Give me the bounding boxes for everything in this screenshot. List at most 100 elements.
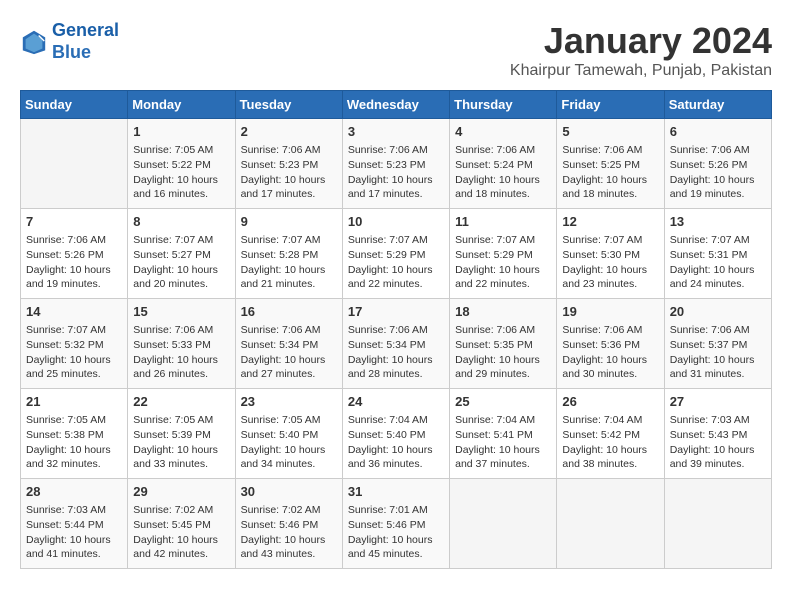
- day-number: 28: [26, 483, 122, 501]
- day-info: and 26 minutes.: [133, 367, 229, 382]
- day-info: Daylight: 10 hours: [348, 263, 444, 278]
- day-info: and 36 minutes.: [348, 457, 444, 472]
- header-saturday: Saturday: [664, 91, 771, 119]
- day-info: and 28 minutes.: [348, 367, 444, 382]
- day-info: Sunrise: 7:06 AM: [670, 323, 766, 338]
- day-info: Sunrise: 7:03 AM: [670, 413, 766, 428]
- day-number: 16: [241, 303, 337, 321]
- day-info: Daylight: 10 hours: [562, 263, 658, 278]
- day-info: Sunrise: 7:07 AM: [455, 233, 551, 248]
- day-info: Sunset: 5:38 PM: [26, 428, 122, 443]
- day-info: and 16 minutes.: [133, 187, 229, 202]
- header-wednesday: Wednesday: [342, 91, 449, 119]
- day-number: 1: [133, 123, 229, 141]
- calendar-cell: 13Sunrise: 7:07 AMSunset: 5:31 PMDayligh…: [664, 209, 771, 299]
- calendar-cell: 1 Sunrise: 7:05 AMSunset: 5:22 PMDaylight…: [128, 119, 235, 209]
- day-info: Daylight: 10 hours: [455, 173, 551, 188]
- calendar-cell: 10Sunrise: 7:07 AMSunset: 5:29 PMDayligh…: [342, 209, 449, 299]
- day-info: Sunrise: 7:02 AM: [241, 503, 337, 518]
- calendar-cell: 30Sunrise: 7:02 AMSunset: 5:46 PMDayligh…: [235, 479, 342, 569]
- day-info: and 20 minutes.: [133, 277, 229, 292]
- day-info: Daylight: 10 hours: [26, 353, 122, 368]
- day-number: 25: [455, 393, 551, 411]
- calendar-cell: 15Sunrise: 7:06 AMSunset: 5:33 PMDayligh…: [128, 299, 235, 389]
- day-info: Daylight: 10 hours: [241, 173, 337, 188]
- day-info: Sunset: 5:26 PM: [26, 248, 122, 263]
- day-info: and 21 minutes.: [241, 277, 337, 292]
- day-info: Daylight: 10 hours: [348, 173, 444, 188]
- day-info: and 22 minutes.: [348, 277, 444, 292]
- day-info: Sunrise: 7:05 AM: [26, 413, 122, 428]
- day-info: and 19 minutes.: [26, 277, 122, 292]
- day-info: Daylight: 10 hours: [133, 173, 229, 188]
- day-info: Sunset: 5:25 PM: [562, 158, 658, 173]
- day-info: and 37 minutes.: [455, 457, 551, 472]
- day-info: Sunset: 5:42 PM: [562, 428, 658, 443]
- day-number: 8: [133, 213, 229, 231]
- page-header: General Blue January 2024 Khairpur Tamew…: [20, 20, 772, 80]
- day-number: 26: [562, 393, 658, 411]
- day-info: Daylight: 10 hours: [241, 443, 337, 458]
- day-info: Sunrise: 7:04 AM: [455, 413, 551, 428]
- calendar-cell: [450, 479, 557, 569]
- day-info: and 24 minutes.: [670, 277, 766, 292]
- day-info: Daylight: 10 hours: [133, 533, 229, 548]
- calendar-cell: 19Sunrise: 7:06 AMSunset: 5:36 PMDayligh…: [557, 299, 664, 389]
- calendar-cell: 17Sunrise: 7:06 AMSunset: 5:34 PMDayligh…: [342, 299, 449, 389]
- calendar-cell: [557, 479, 664, 569]
- day-info: Daylight: 10 hours: [26, 263, 122, 278]
- calendar-week-row: 28Sunrise: 7:03 AMSunset: 5:44 PMDayligh…: [21, 479, 772, 569]
- day-number: 6: [670, 123, 766, 141]
- day-info: Daylight: 10 hours: [26, 533, 122, 548]
- day-info: Sunrise: 7:07 AM: [26, 323, 122, 338]
- day-number: 19: [562, 303, 658, 321]
- day-info: Sunrise: 7:01 AM: [348, 503, 444, 518]
- day-info: Sunset: 5:33 PM: [133, 338, 229, 353]
- day-info: Sunrise: 7:06 AM: [26, 233, 122, 248]
- calendar-cell: 16Sunrise: 7:06 AMSunset: 5:34 PMDayligh…: [235, 299, 342, 389]
- calendar-cell: 23Sunrise: 7:05 AMSunset: 5:40 PMDayligh…: [235, 389, 342, 479]
- day-info: Daylight: 10 hours: [348, 443, 444, 458]
- logo-text: General Blue: [52, 20, 119, 63]
- day-info: Sunrise: 7:04 AM: [562, 413, 658, 428]
- day-info: Daylight: 10 hours: [133, 263, 229, 278]
- day-info: Sunset: 5:26 PM: [670, 158, 766, 173]
- day-info: Daylight: 10 hours: [241, 533, 337, 548]
- day-number: 20: [670, 303, 766, 321]
- day-info: Daylight: 10 hours: [562, 443, 658, 458]
- calendar-cell: 12Sunrise: 7:07 AMSunset: 5:30 PMDayligh…: [557, 209, 664, 299]
- day-info: Sunset: 5:30 PM: [562, 248, 658, 263]
- day-info: and 38 minutes.: [562, 457, 658, 472]
- day-info: Daylight: 10 hours: [670, 173, 766, 188]
- day-number: 14: [26, 303, 122, 321]
- day-info: Sunset: 5:36 PM: [562, 338, 658, 353]
- day-info: Sunrise: 7:07 AM: [133, 233, 229, 248]
- calendar-cell: 28 Sunrise: 7:03 AMSunset: 5:44 PMDayligh…: [21, 479, 128, 569]
- day-info: and 18 minutes.: [562, 187, 658, 202]
- day-info: Daylight: 10 hours: [133, 443, 229, 458]
- day-info: Sunrise: 7:07 AM: [241, 233, 337, 248]
- day-info: Daylight: 10 hours: [455, 263, 551, 278]
- day-number: 7: [26, 213, 122, 231]
- day-info: Daylight: 10 hours: [562, 353, 658, 368]
- day-number: 27: [670, 393, 766, 411]
- day-info: and 19 minutes.: [670, 187, 766, 202]
- day-info: and 29 minutes.: [455, 367, 551, 382]
- day-info: Sunset: 5:44 PM: [26, 518, 122, 533]
- day-info: Sunset: 5:40 PM: [348, 428, 444, 443]
- day-info: Sunset: 5:46 PM: [348, 518, 444, 533]
- day-number: 12: [562, 213, 658, 231]
- day-info: and 45 minutes.: [348, 547, 444, 562]
- day-number: 29: [133, 483, 229, 501]
- day-info: Sunrise: 7:05 AM: [133, 143, 229, 158]
- day-info: Sunset: 5:39 PM: [133, 428, 229, 443]
- day-info: and 34 minutes.: [241, 457, 337, 472]
- day-info: Sunrise: 7:06 AM: [562, 143, 658, 158]
- day-number: 15: [133, 303, 229, 321]
- day-number: 31: [348, 483, 444, 501]
- day-info: Sunset: 5:22 PM: [133, 158, 229, 173]
- day-info: Sunrise: 7:03 AM: [26, 503, 122, 518]
- day-number: 13: [670, 213, 766, 231]
- day-info: Sunset: 5:46 PM: [241, 518, 337, 533]
- day-info: Sunset: 5:43 PM: [670, 428, 766, 443]
